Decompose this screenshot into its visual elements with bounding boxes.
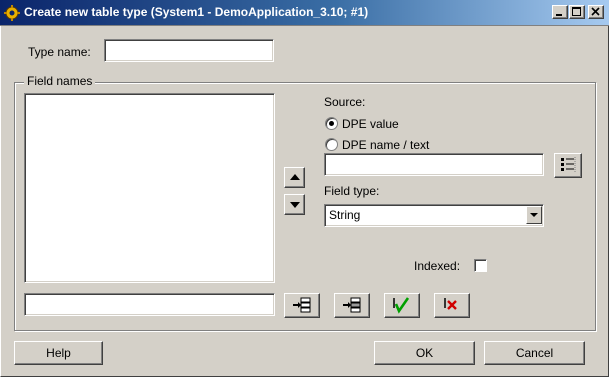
indexed-checkbox[interactable] xyxy=(474,259,487,272)
insert-field-button[interactable] xyxy=(284,293,320,318)
maximize-button[interactable] xyxy=(569,5,585,19)
indexed-label: Indexed: xyxy=(414,259,461,273)
new-field-input[interactable] xyxy=(24,293,275,316)
append-field-icon xyxy=(343,297,361,313)
chevron-down-icon xyxy=(530,213,538,217)
source-dpe-name-label: DPE name / text xyxy=(342,138,430,152)
arrow-up-icon xyxy=(289,174,300,180)
source-dpe-value-label: DPE value xyxy=(342,117,399,131)
type-name-label: Type name: xyxy=(28,45,91,59)
field-type-label: Field type: xyxy=(324,184,380,198)
maximize-icon xyxy=(572,7,581,16)
field-names-list[interactable] xyxy=(24,93,275,283)
arrow-down-icon xyxy=(289,202,300,208)
delete-icon xyxy=(444,298,457,310)
dropdown-arrow[interactable] xyxy=(526,206,542,224)
field-type-value: String xyxy=(329,208,361,222)
help-button[interactable]: Help xyxy=(14,341,103,365)
dpe-selector-icon xyxy=(561,157,576,172)
move-up-button[interactable] xyxy=(284,167,305,188)
cancel-button[interactable]: Cancel xyxy=(484,341,585,365)
field-type-select[interactable]: String xyxy=(324,204,544,227)
minimize-icon xyxy=(556,14,562,16)
apply-field-button[interactable] xyxy=(384,293,420,318)
minimize-button[interactable] xyxy=(552,5,568,19)
type-name-input[interactable] xyxy=(104,39,274,62)
check-icon xyxy=(393,297,410,314)
field-names-legend: Field names xyxy=(24,74,96,88)
title-bar[interactable]: Create new table type (System1 - DemoApp… xyxy=(0,0,609,26)
source-label: Source: xyxy=(324,95,366,109)
app-gear-icon xyxy=(4,5,20,21)
source-dpe-name-radio[interactable] xyxy=(325,138,338,151)
insert-field-icon xyxy=(293,297,311,313)
move-down-button[interactable] xyxy=(284,194,305,215)
delete-field-button[interactable] xyxy=(434,293,470,318)
close-icon xyxy=(591,7,600,16)
close-button[interactable] xyxy=(588,5,604,19)
source-dpe-value-radio[interactable] xyxy=(325,117,338,130)
append-field-button[interactable] xyxy=(334,293,370,318)
dpe-input[interactable] xyxy=(324,153,544,176)
ok-button[interactable]: OK xyxy=(374,341,475,365)
window-title: Create new table type (System1 - DemoApp… xyxy=(24,5,369,19)
dpe-selector-button[interactable] xyxy=(554,153,582,178)
